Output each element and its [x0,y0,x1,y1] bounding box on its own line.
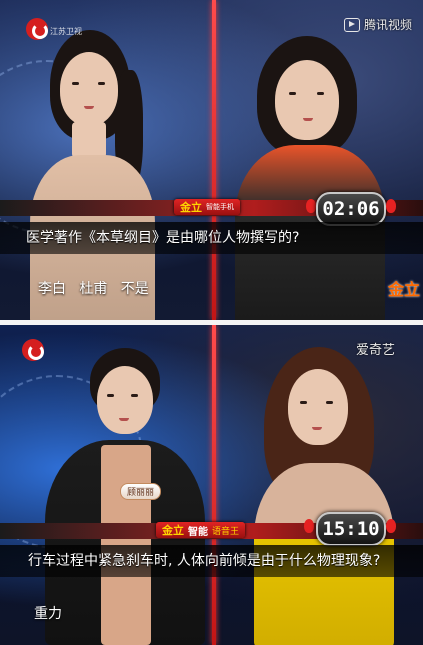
contestant-name-tag: 顾丽丽 [120,483,162,500]
station-logo: 江苏卫视 [26,18,82,40]
question-text: 行车过程中紧急刹车时, 人体向前倾是由于什么物理现象? [0,545,423,577]
station-logo [22,339,44,361]
sponsor-badge: 金立 智能 语音王 [156,522,246,538]
watermark: 爱奇艺 [356,339,395,358]
watermark-text: 腾讯视频 [364,18,413,32]
watermark: 腾讯视频 [344,16,412,33]
jiangsu-tv-logo-icon [22,339,44,361]
footprint-icon [306,199,316,213]
countdown-timer: 15:10 [316,512,386,546]
jiangsu-tv-logo-icon [26,18,48,40]
sponsor-name: 金立 [180,201,202,214]
answer-subtitle: 李白 杜甫 不是 [38,281,149,297]
contestant-left [20,30,190,320]
footprint-icon [386,519,396,533]
stage-sponsor-logo: 金立 [388,280,421,299]
footprint-icon [304,519,314,533]
contestant-right [250,343,410,645]
sponsor-badge: 金立 智能手机 [174,199,240,215]
sponsor-name: 金立 [162,524,184,537]
sponsor-extra: 智能 [188,526,208,538]
contestant-right [235,30,405,320]
sponsor-sub: 智能手机 [206,203,234,211]
footprint-icon [386,199,396,213]
question-text: 医学著作《本草纲目》是由哪位人物撰写的? [0,222,423,254]
top-video-frame: 江苏卫视 腾讯视频 金立 智能手机 02:06 医学著作《本草纲目》是由哪位人物… [0,0,423,320]
countdown-timer: 02:06 [316,192,386,226]
station-logo-text: 江苏卫视 [50,27,82,36]
answer-subtitle: 重力 [34,606,62,622]
watermark-text: 爱奇艺 [356,343,396,358]
split-divider [212,325,216,645]
split-divider [212,0,216,320]
bottom-video-frame: 顾丽丽 爱奇艺 金立 智能 语音王 15:10 行车过程中紧急刹车时, 人体向前… [0,325,423,645]
video-play-icon [344,17,360,32]
sponsor-label: 语音王 [212,526,240,537]
